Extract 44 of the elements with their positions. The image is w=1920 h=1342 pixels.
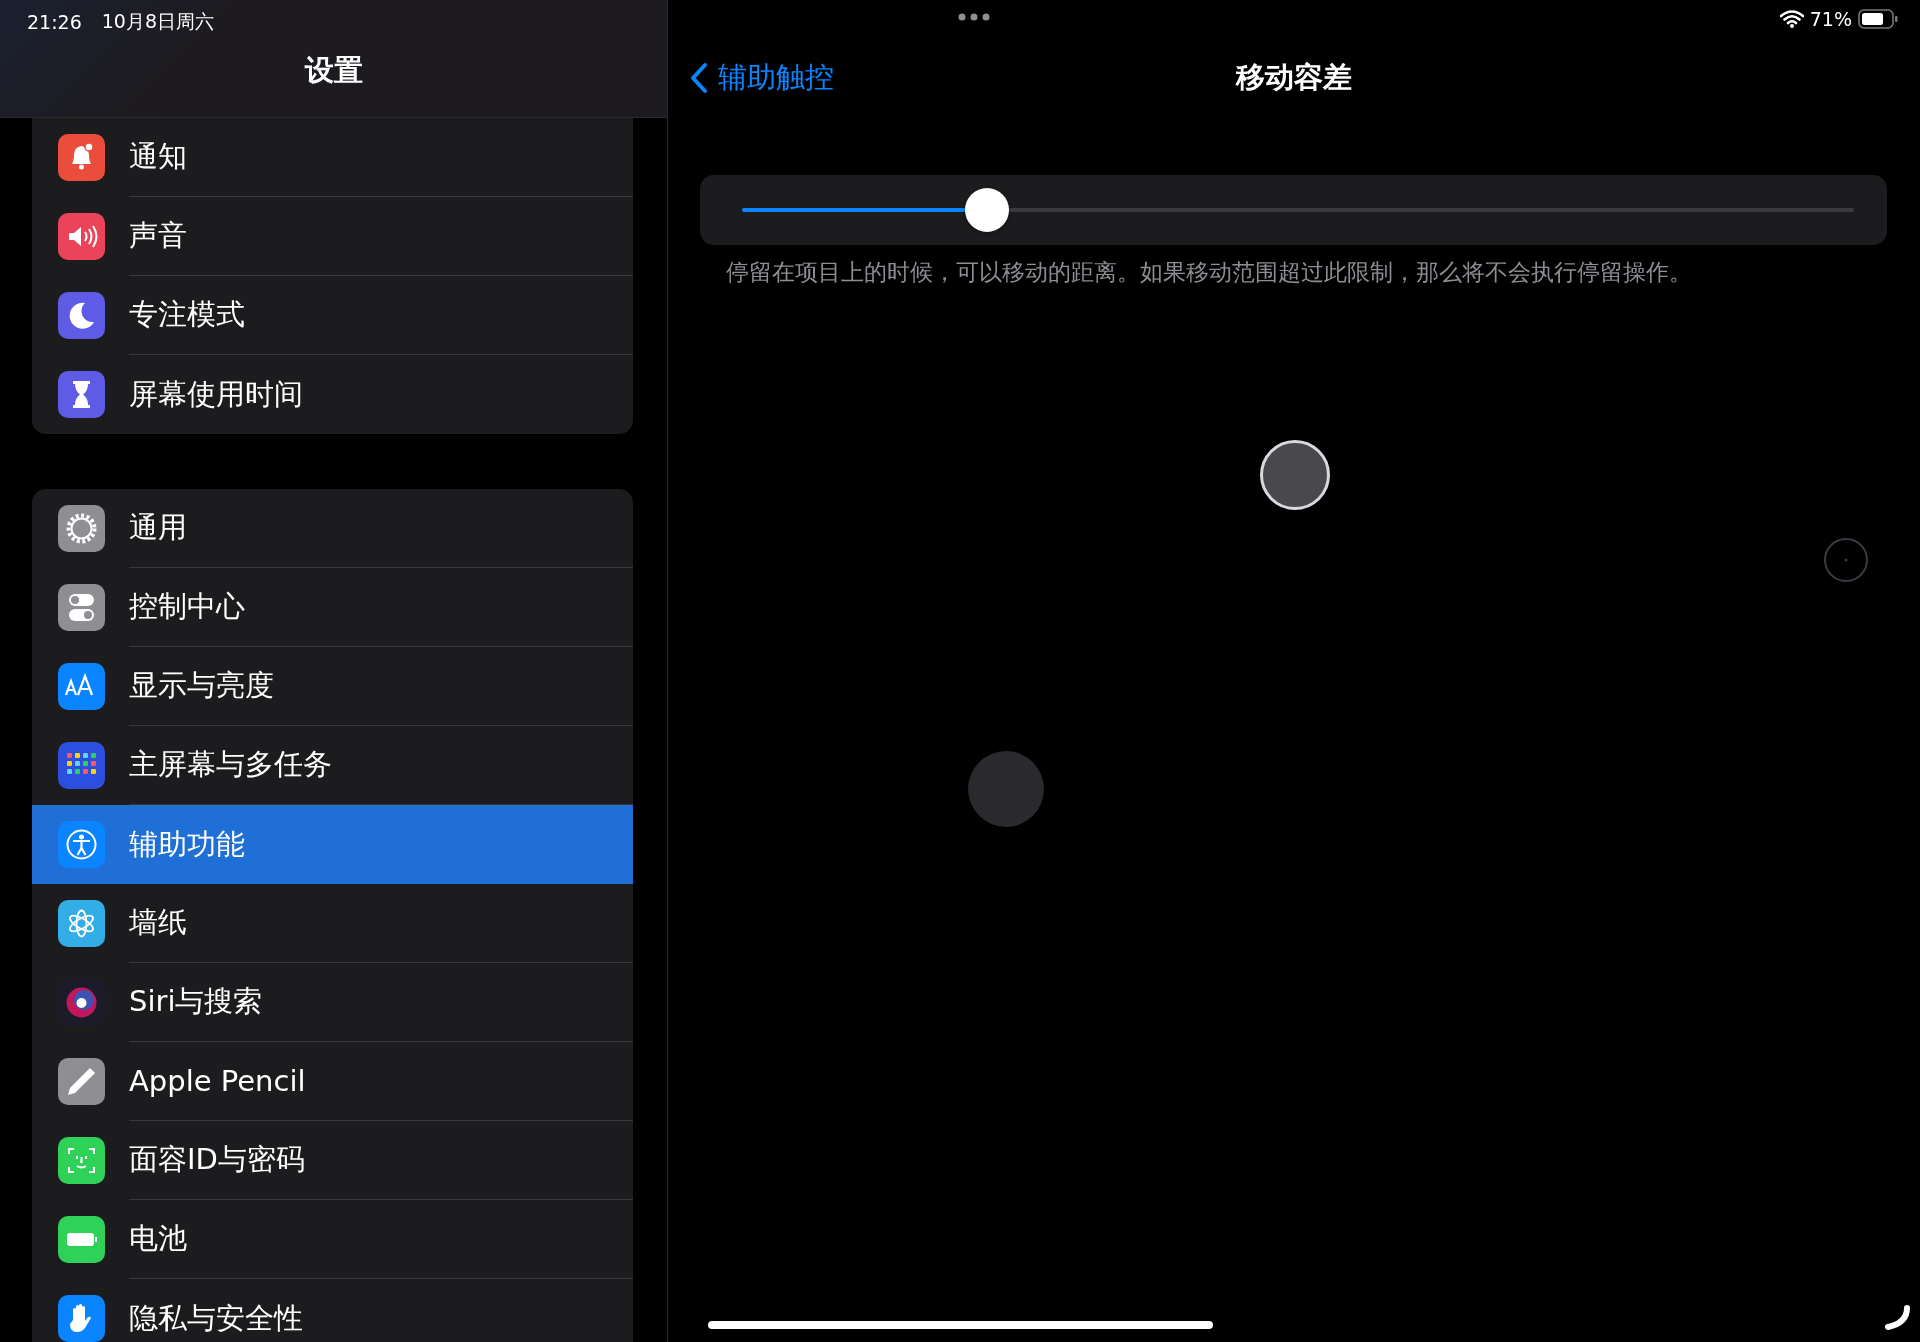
corner-curve-icon (1882, 1305, 1912, 1331)
moon-icon (58, 292, 105, 339)
hourglass-icon (58, 371, 105, 418)
flower-icon (58, 900, 105, 947)
settings-item[interactable]: 墙纸 (32, 884, 633, 963)
settings-item[interactable]: 屏幕使用时间 (32, 355, 633, 434)
settings-item[interactable]: 专注模式 (32, 276, 633, 355)
battery-percentage: 71% (1809, 8, 1852, 30)
page-title: 移动容差 (1236, 60, 1352, 94)
chevron-left-icon (690, 62, 708, 94)
back-button[interactable]: 辅助触控 (690, 58, 834, 98)
app-grid-icon (58, 742, 105, 789)
status-time: 21:26 (27, 11, 82, 33)
description-text: 停留在项目上的时候，可以移动的距离。如果移动范围超过此限制，那么将不会执行停留操作。 (726, 258, 1693, 287)
status-date: 10月8日周六 (101, 9, 215, 34)
slider-thumb[interactable] (964, 188, 1009, 232)
settings-item[interactable]: 电池 (32, 1200, 633, 1279)
face-icon (58, 1137, 105, 1184)
battery-icon (58, 1216, 105, 1263)
orb-icon (58, 979, 105, 1026)
settings-item[interactable]: 显示与亮度 (32, 647, 633, 726)
settings-item[interactable]: 辅助功能 (32, 805, 633, 884)
slider[interactable] (742, 188, 1854, 232)
hand-icon (58, 1295, 105, 1342)
settings-item[interactable]: 声音 (32, 197, 633, 276)
settings-item[interactable]: 通知 (32, 118, 633, 197)
speaker-icon (58, 213, 105, 260)
target-ring-icon (1823, 537, 1869, 583)
toggles-icon (58, 584, 105, 631)
settings-item[interactable]: Apple Pencil (32, 1042, 633, 1121)
settings-item[interactable]: 控制中心 (32, 568, 633, 647)
settings-item[interactable]: 通用 (32, 489, 633, 568)
pencil-icon (58, 1058, 105, 1105)
settings-item[interactable]: 隐私与安全性 (32, 1279, 633, 1342)
sidebar-title: 设置 (304, 52, 363, 89)
settings-icon (58, 505, 105, 552)
accessibility-icon (58, 821, 105, 868)
battery-icon (1858, 9, 1898, 29)
settings-item[interactable]: 面容ID与密码 (32, 1121, 633, 1200)
settings-item[interactable]: Siri与搜索 (32, 963, 633, 1042)
bell-icon (58, 134, 105, 181)
text-size-icon (58, 663, 105, 710)
multitasking-dots-icon[interactable] (958, 12, 990, 22)
wifi-icon (1779, 10, 1804, 28)
